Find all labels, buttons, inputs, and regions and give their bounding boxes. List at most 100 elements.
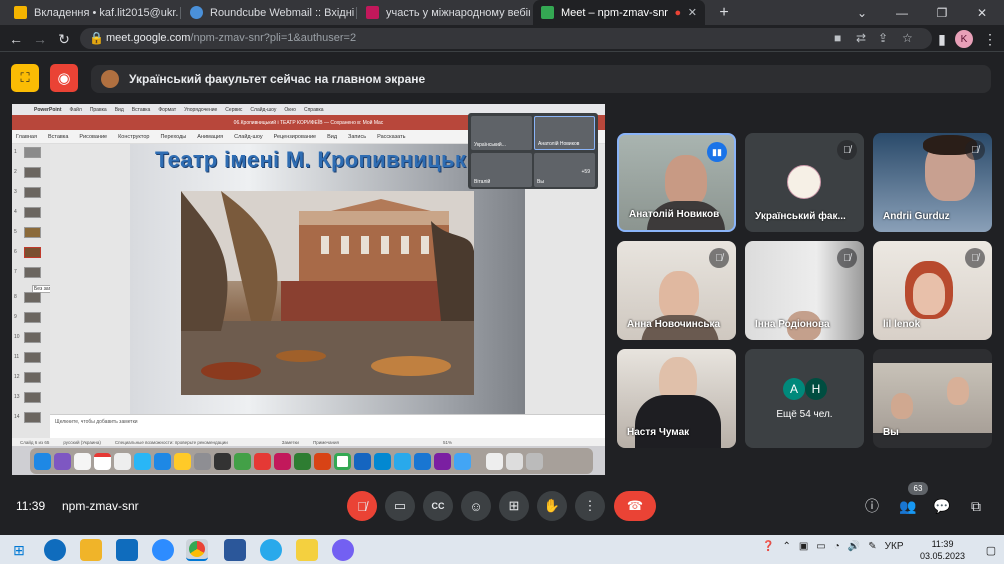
close-tab-icon[interactable]: ✕ [682,6,697,19]
emoji-button[interactable]: ☺ [461,491,491,521]
slide: Театр імені М. Кропивницьк [130,144,525,416]
participant-tile[interactable]: 🎙̸ lil lenok [873,241,992,340]
minimize-icon[interactable]: — [882,0,922,25]
present-button[interactable]: ⊞ [499,491,529,521]
bookmark-star-icon[interactable]: ☆ [902,31,913,45]
slide-thumbnail [24,292,41,303]
ribbon-tab: Конструктор [118,133,150,140]
browser-tab[interactable]: Вкладення • kaf.lit2015@ukr.net ✕ [6,0,178,25]
slide-thumbnail [24,412,41,423]
screen-icon[interactable]: ▣ [799,541,808,552]
theatre-photo [181,191,474,395]
notifications-icon[interactable]: ▢ [980,539,1002,561]
mini-tile: Вы +59 [534,153,595,187]
activities-icon[interactable]: ⧉ [964,494,988,518]
translate-icon[interactable]: ⇄ [856,31,866,45]
meeting-info-icon[interactable]: ⓘ [860,494,884,518]
maximize-icon[interactable]: ❐ [922,0,962,25]
slide-thumbnail [24,332,41,343]
participant-tile[interactable]: 🎙̸ Український фак... [745,133,864,232]
meet-icon [541,6,554,19]
viber-icon[interactable] [332,539,354,561]
pen-icon[interactable]: ✎ [868,541,876,552]
chat-icon[interactable]: 💬 [930,494,954,518]
participant-tile[interactable]: 🎙̸ Andrii Gurduz [873,133,992,232]
new-tab-button[interactable]: + [712,0,736,25]
camera-toggle-button[interactable]: ▭ [385,491,415,521]
shared-screen[interactable]: PowerPoint Файл Правка Вид Вставка Форма… [12,104,605,475]
chrome-icon [334,452,351,470]
end-call-button[interactable]: ☎ [614,491,656,521]
chevron-up-icon[interactable]: ⌃ [782,541,790,552]
edge-icon[interactable] [44,539,66,561]
mini-tile: Віталій [471,153,532,187]
back-icon[interactable]: ← [6,29,26,49]
volume-icon[interactable]: 🔊 [848,541,860,552]
telegram-icon[interactable] [260,539,282,561]
slide-thumbnail [24,392,41,403]
camera-icon[interactable]: ■ [834,31,841,45]
preview-icon [454,452,471,470]
ribbon-tab: Рецензирование [273,133,317,140]
captions-button[interactable]: CC [423,491,453,521]
self-video [947,377,969,405]
browser-menu-icon[interactable]: ⋮ [980,29,1000,49]
browser-tab-active[interactable]: Meet – npm-zmav-snr ● ✕ [533,0,705,25]
stop-presenting-icon[interactable]: ⛶ [11,64,39,92]
more-participants-label: Ещё 54 чел. [776,409,833,420]
zoom-app-icon [374,452,391,470]
close-window-icon[interactable]: ✕ [962,0,1002,25]
slide-thumbnail [24,207,41,218]
mic-toggle-button[interactable]: 🎙̸ [347,491,377,521]
tab-label: Вкладення • kaf.lit2015@ukr.net [34,6,178,19]
browser-tab[interactable]: Roundcube Webmail :: Вхідні ✕ [182,0,354,25]
raise-hand-button[interactable]: ✋ [537,491,567,521]
side-panel-icon[interactable]: ▮ [932,29,952,49]
avatar [787,165,821,199]
more-participants-tile[interactable]: A H Ещё 54 чел. [745,349,864,448]
participant-tile[interactable]: Настя Чумак [617,349,736,448]
language-indicator[interactable]: УКР [885,541,904,552]
weather-icon[interactable]: ❓ [762,541,774,552]
siri-icon [54,452,71,470]
slide-thumbnail [24,372,41,383]
forward-icon[interactable]: → [30,29,50,49]
participant-tile[interactable]: 🎙̸ Анна Новочинська [617,241,736,340]
lock-icon[interactable]: 🔒 [89,31,104,45]
participant-tile[interactable]: 🎙̸ Інна Родіонова [745,241,864,340]
tab-label: участь у міжнародному вебінар [386,6,530,19]
menu-item: Справка [303,106,324,113]
record-icon[interactable]: ◉ [50,64,78,92]
roundcube-icon [190,6,203,19]
more-options-button[interactable]: ⋮ [575,491,605,521]
browser-tab[interactable]: участь у міжнародному вебінар ✕ [358,0,530,25]
chrome-taskbar-icon[interactable] [186,539,208,561]
file-explorer-icon[interactable] [80,539,102,561]
people-icon[interactable]: 👥 [896,494,920,518]
calendar-icon [94,452,111,470]
finder-icon [34,452,51,470]
participant-tile[interactable]: ▮▮ Анатолій Новиков [617,133,736,232]
slide-thumbnails: 1 2 3 4 5 6 7 Без заголовка 8 9 10 11 12… [12,144,69,438]
address-bar[interactable]: 🔒 meet.google.com/npm-zmav-snr?pli=1&aut… [80,28,932,49]
tab-search-icon[interactable]: ⌄ [842,0,882,25]
url-host: meet.google.com [106,32,191,44]
powerpoint-icon [314,452,331,470]
share-icon[interactable]: ⇪ [878,31,888,45]
sticky-notes-icon[interactable] [296,539,318,561]
participant-name: Український фак... [755,211,846,222]
self-tile[interactable]: Вы [873,349,992,448]
profile-avatar[interactable]: K [955,30,973,48]
mini-tile-label: Анатолій Новиков [538,141,580,147]
network-icon[interactable]: ◔ [834,541,840,552]
reload-icon[interactable]: ↻ [54,29,74,49]
battery-icon[interactable]: ▭ [816,541,825,552]
participant-video [635,395,721,448]
zoom-app-icon[interactable] [152,539,174,561]
windows-start-icon[interactable]: ⊞ [8,539,30,561]
word-icon [354,452,371,470]
mail-app-icon[interactable] [116,539,138,561]
slide-thumbnail [24,147,41,158]
system-clock[interactable]: 11:39 03.05.2023 [920,538,965,562]
word-icon[interactable] [224,539,246,561]
